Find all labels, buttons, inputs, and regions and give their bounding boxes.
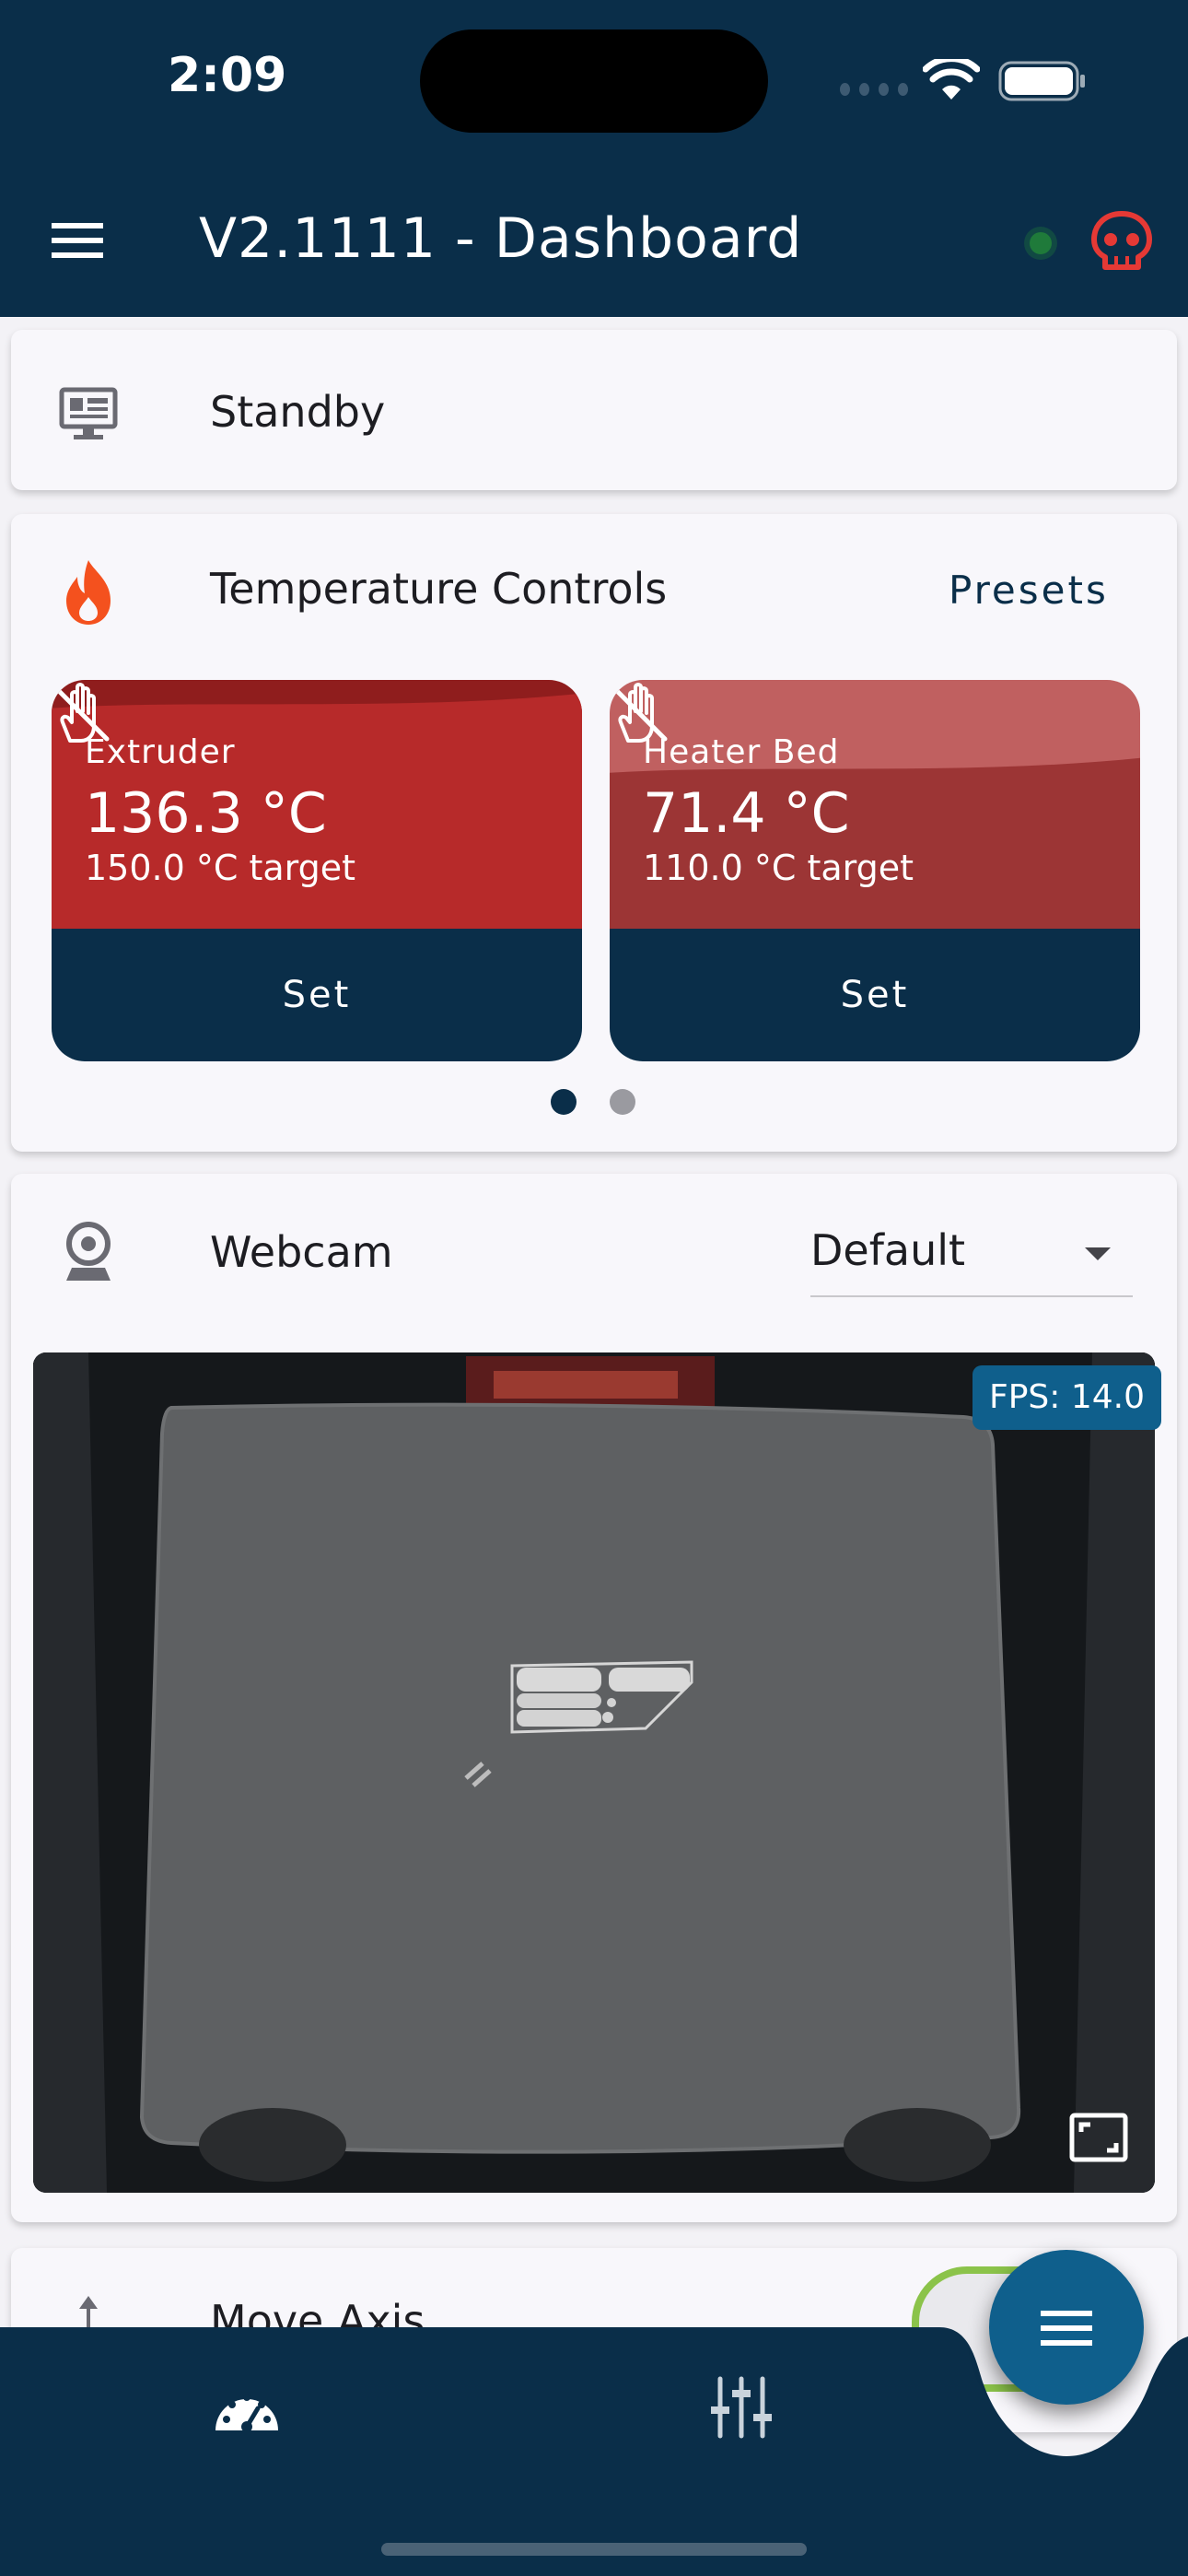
extruder-set-button[interactable]: Set: [52, 929, 582, 1061]
monitor-icon: [59, 387, 118, 439]
standby-status-label: Standby: [210, 387, 386, 437]
chevron-down-icon: [1085, 1247, 1111, 1260]
extruder-heater-card[interactable]: Extruder 136.3 °C 150.0 °C target Set: [52, 680, 582, 1061]
menu-fab-icon: [1041, 2311, 1092, 2346]
extruder-temperature-gauge: Extruder 136.3 °C 150.0 °C target: [52, 680, 582, 929]
status-time: 2:09: [168, 48, 287, 103]
hand-off-icon[interactable]: [52, 680, 112, 746]
heater-bed-card[interactable]: Heater Bed 71.4 °C 110.0 °C target Set: [610, 680, 1140, 1061]
heater-bed-name: Heater Bed: [643, 733, 840, 771]
home-indicator: [381, 2543, 807, 2556]
webcam-stream[interactable]: [33, 1352, 1155, 2193]
standby-card: [11, 330, 1177, 490]
dashboard-icon[interactable]: [212, 2383, 282, 2438]
extruder-current-temperature: 136.3 °C: [85, 781, 327, 846]
fps-badge: FPS: 14.0: [973, 1365, 1161, 1430]
page-title: V2.1111 - Dashboard: [199, 206, 803, 271]
heater-bed-temperature-gauge: Heater Bed 71.4 °C 110.0 °C target: [610, 680, 1140, 929]
extruder-target-temperature: 150.0 °C target: [85, 848, 356, 888]
carousel-page-dot-active[interactable]: [551, 1089, 577, 1115]
hand-off-icon[interactable]: [610, 680, 670, 746]
fullscreen-icon[interactable]: [1068, 2112, 1129, 2163]
skull-icon[interactable]: [1089, 208, 1155, 275]
heater-bed-set-button[interactable]: Set: [610, 929, 1140, 1061]
heater-bed-current-temperature: 71.4 °C: [643, 781, 850, 846]
cellular-signal-icon: [840, 83, 908, 96]
dynamic-island: [420, 29, 768, 133]
battery-icon: [998, 61, 1085, 101]
menu-icon[interactable]: [50, 217, 105, 263]
webcam-source-value: Default: [810, 1225, 966, 1275]
connection-status-indicator: [1030, 232, 1052, 254]
webcam-title: Webcam: [210, 1227, 393, 1277]
sliders-icon[interactable]: [709, 2375, 774, 2440]
webcam-icon: [66, 1222, 111, 1281]
heater-bed-target-temperature: 110.0 °C target: [643, 848, 914, 888]
carousel-page-dot[interactable]: [610, 1089, 635, 1115]
temperature-controls-title: Temperature Controls: [210, 564, 668, 614]
wifi-icon: [923, 59, 980, 100]
flame-icon: [66, 560, 111, 625]
presets-button[interactable]: Presets: [949, 568, 1109, 613]
